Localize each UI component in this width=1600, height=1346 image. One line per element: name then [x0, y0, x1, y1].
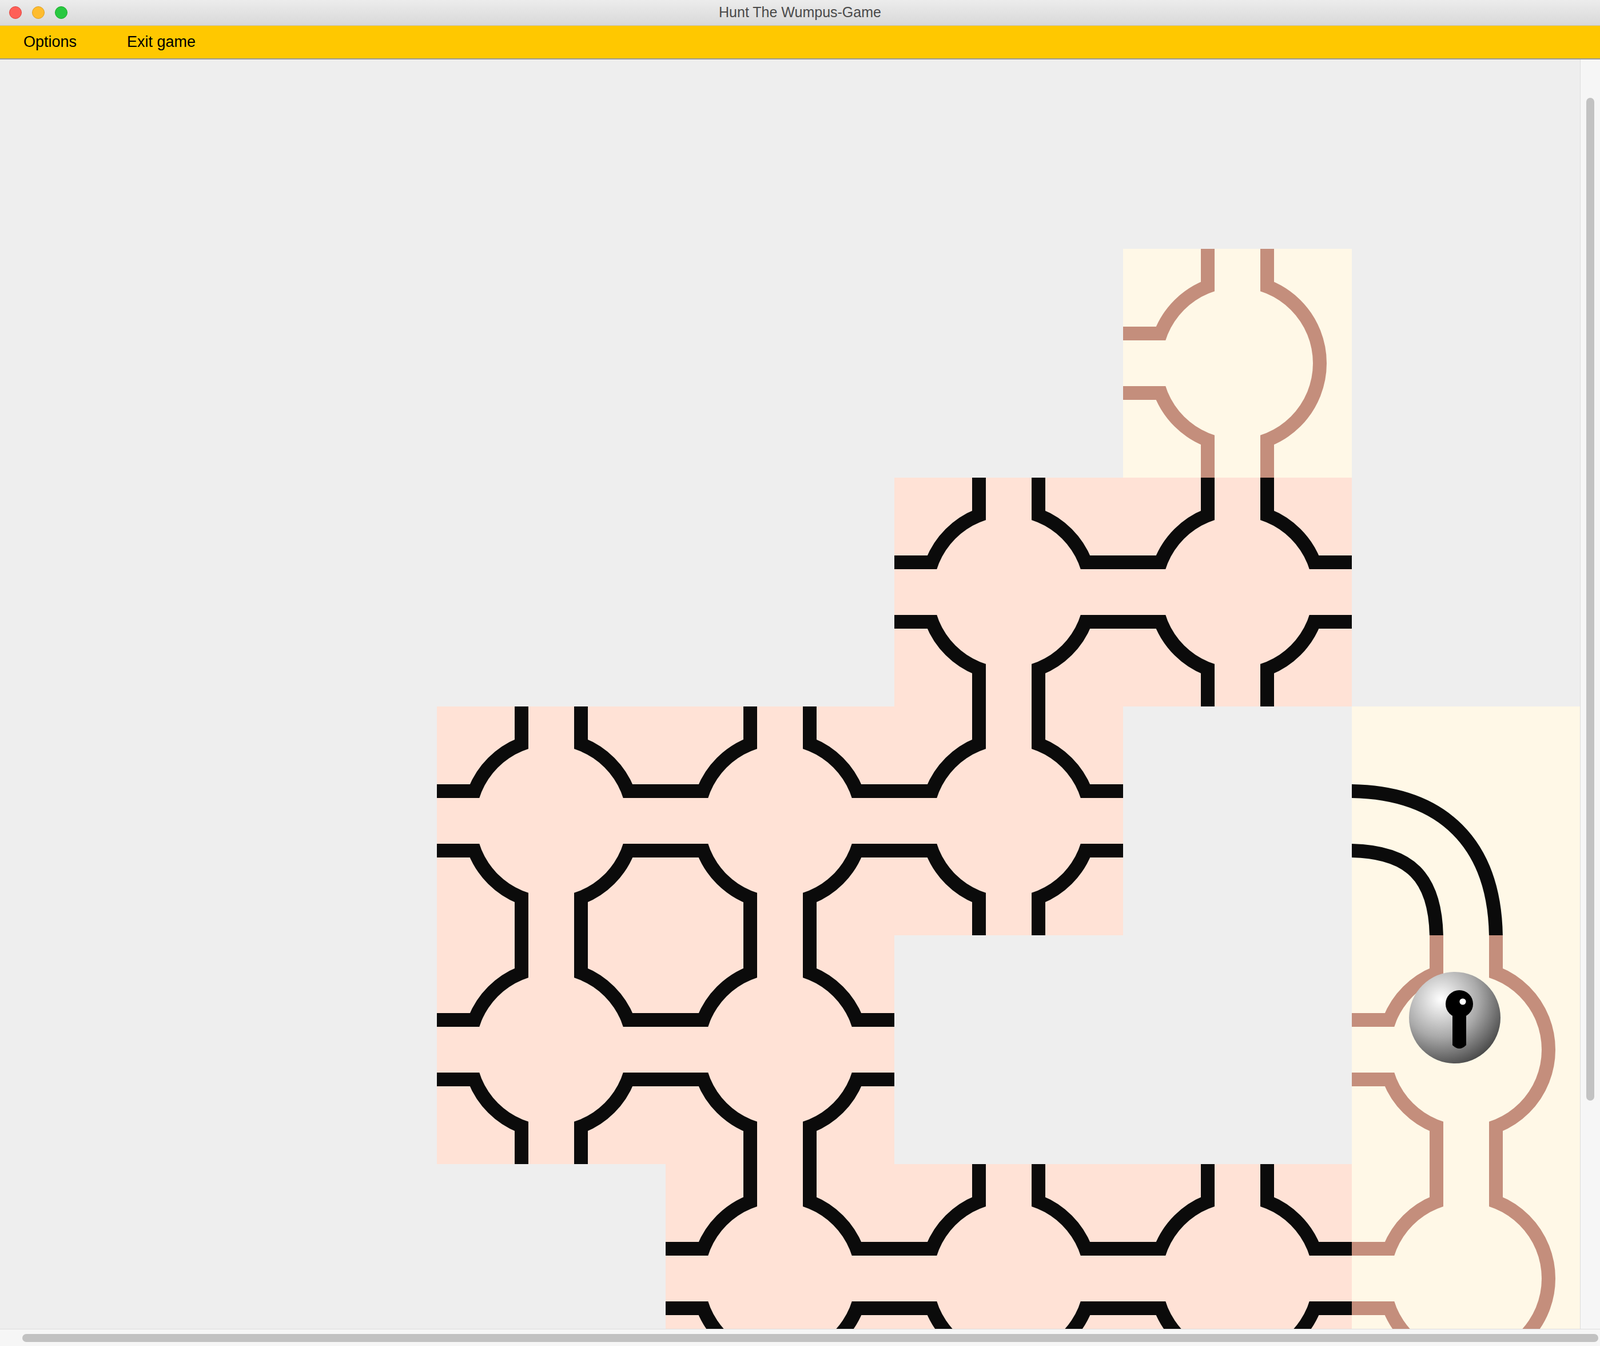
window-controls: [9, 6, 68, 19]
board-tile[interactable]: [665, 706, 895, 935]
board-tile[interactable]: [1123, 248, 1352, 478]
board-tile[interactable]: [1123, 477, 1352, 707]
room: [1123, 1163, 1352, 1329]
room: [665, 1163, 895, 1329]
title-bar: Hunt The Wumpus-Game: [0, 0, 1600, 26]
menu-bar: Options Exit game: [0, 25, 1600, 60]
menu-item[interactable]: Exit game: [126, 30, 196, 54]
content-area: [0, 59, 1600, 1329]
tunnel: [1351, 820, 1467, 935]
room: [665, 706, 895, 935]
board-tile[interactable]: [436, 706, 666, 935]
board-tile[interactable]: [894, 706, 1124, 935]
player-icon[interactable]: [1409, 971, 1501, 1064]
room: [1123, 477, 1352, 707]
room: [1351, 934, 1542, 1164]
vertical-scrollbar[interactable]: [1579, 59, 1600, 1329]
room: [894, 706, 1124, 935]
room: [436, 706, 666, 935]
window-title: Hunt The Wumpus-Game: [718, 1, 882, 24]
zoom-button[interactable]: [54, 6, 68, 19]
scrollbar-thumb[interactable]: [1586, 97, 1595, 1101]
room: [436, 934, 666, 1164]
board-tile[interactable]: [894, 1163, 1124, 1329]
menu-item[interactable]: Options: [23, 30, 77, 54]
close-button[interactable]: [9, 6, 22, 19]
room: [894, 1163, 1124, 1329]
room: [894, 477, 1124, 707]
board-tile[interactable]: [894, 477, 1124, 707]
room: [1123, 248, 1313, 478]
scrollbar-thumb[interactable]: [22, 1333, 1599, 1342]
board-tile[interactable]: [1351, 706, 1580, 935]
board-tile[interactable]: [1123, 1163, 1352, 1329]
horizontal-scrollbar[interactable]: [0, 1328, 1600, 1346]
board-tile[interactable]: [436, 934, 666, 1164]
game-window: Hunt The Wumpus-Game Options Exit game: [0, 0, 1600, 1346]
minimize-button[interactable]: [32, 6, 45, 19]
board-tile[interactable]: [1351, 934, 1580, 1164]
board-tile[interactable]: [665, 1163, 895, 1329]
board-tile[interactable]: [1351, 1163, 1580, 1329]
room: [1351, 1163, 1542, 1329]
room: [665, 934, 895, 1164]
game-board: [0, 59, 1580, 1329]
board-tile[interactable]: [665, 934, 895, 1164]
